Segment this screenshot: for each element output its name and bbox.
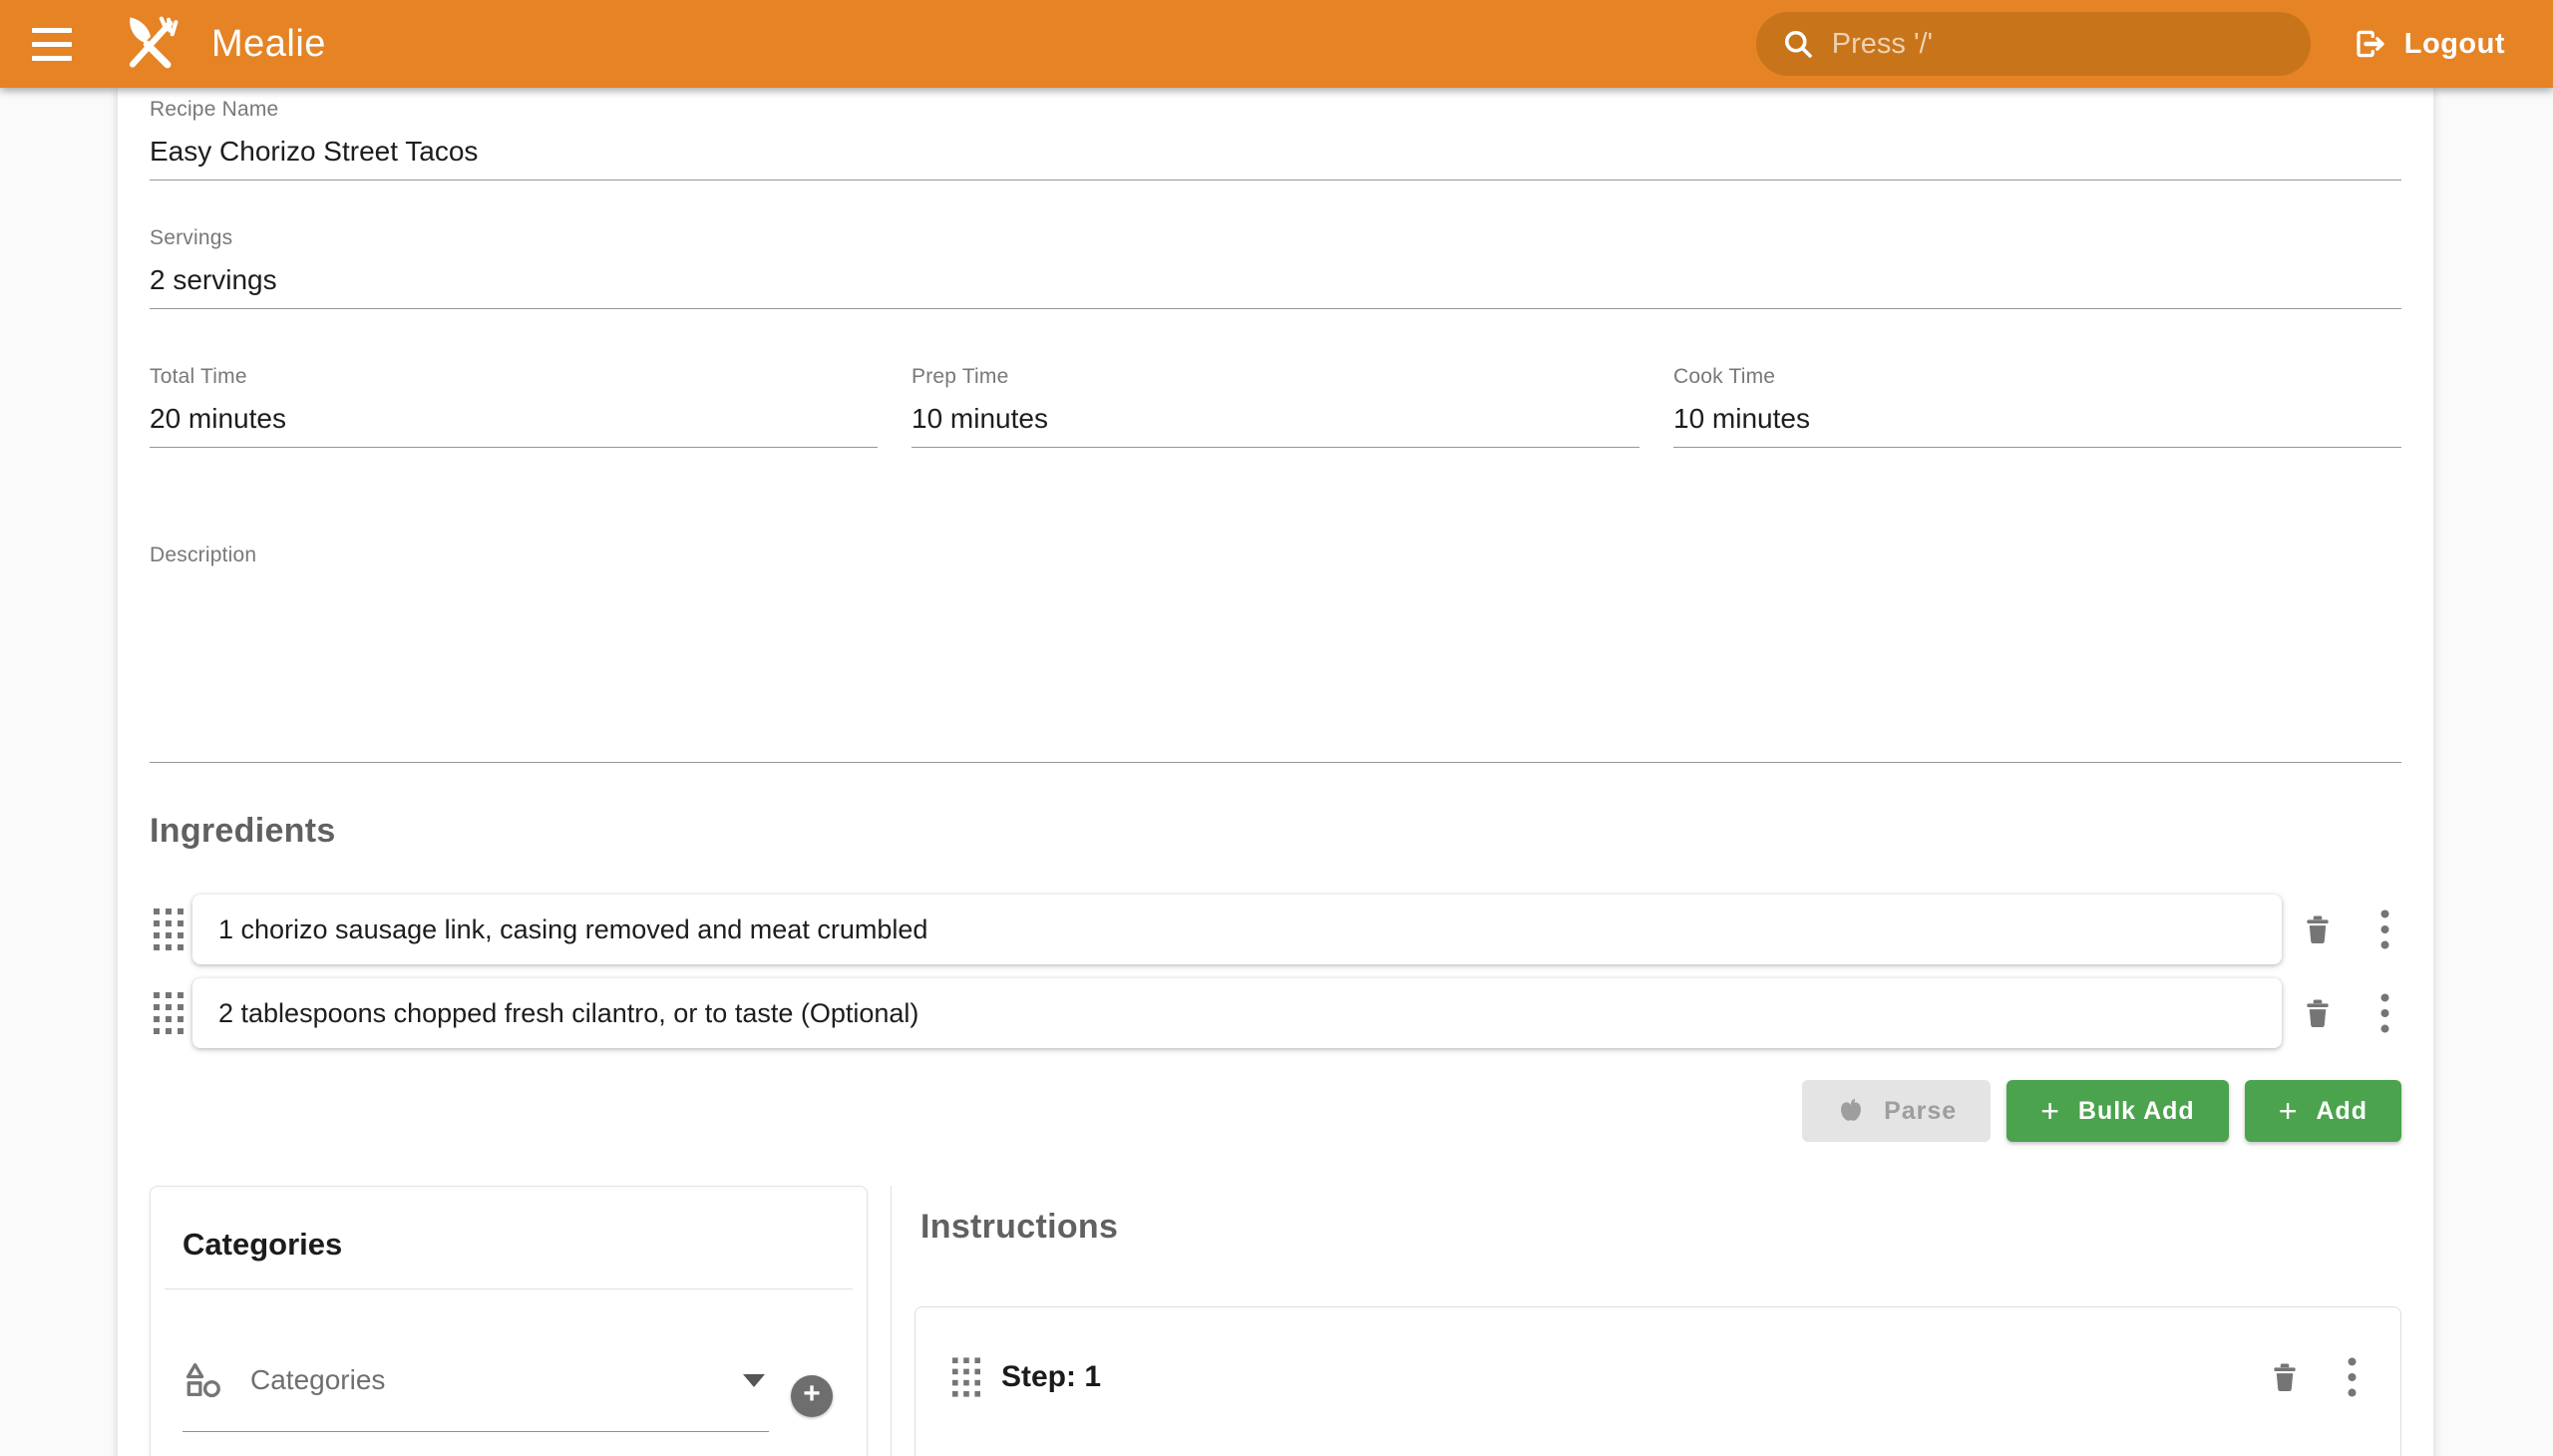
servings-label: Servings <box>150 226 2401 250</box>
left-column: Categories Categories <box>150 1186 868 1456</box>
delete-ingredient-button[interactable] <box>2298 987 2338 1039</box>
drag-handle-icon[interactable] <box>947 1351 985 1403</box>
drag-handle-icon[interactable] <box>150 987 187 1039</box>
cook-time-input[interactable] <box>1673 389 2401 448</box>
ingredient-list <box>150 895 2401 1048</box>
categories-select-placeholder: Categories <box>250 1364 717 1396</box>
categories-select[interactable]: Categories <box>182 1359 769 1432</box>
cook-time-label: Cook Time <box>1673 365 2401 389</box>
ingredient-row <box>150 895 2401 964</box>
app-title: Mealie <box>211 23 326 66</box>
bulk-add-button[interactable]: + Bulk Add <box>2006 1080 2228 1142</box>
bulk-add-label: Bulk Add <box>2078 1097 2195 1126</box>
categories-card-body: Categories + <box>182 1359 835 1432</box>
recipe-name-label: Recipe Name <box>150 98 2401 122</box>
search-input[interactable] <box>1832 28 2287 61</box>
ingredient-menu-kebab-icon[interactable] <box>2368 904 2401 955</box>
ingredient-card <box>192 895 2282 964</box>
total-time-field: Total Time <box>150 365 878 448</box>
ingredient-card <box>192 978 2282 1048</box>
lower-columns: Categories Categories <box>150 1186 2401 1456</box>
total-time-label: Total Time <box>150 365 878 389</box>
prep-time-field: Prep Time <box>912 365 1640 448</box>
plus-icon: + <box>803 1379 821 1409</box>
description-label: Description <box>150 544 2401 567</box>
description-field: Description <box>150 544 2401 768</box>
ingredient-menu-kebab-icon[interactable] <box>2368 987 2401 1039</box>
parse-label: Parse <box>1884 1097 1957 1126</box>
step-menu-kebab-icon[interactable] <box>2335 1351 2369 1403</box>
categories-card: Categories Categories <box>150 1186 868 1456</box>
logout-icon <box>2353 26 2388 62</box>
prep-time-label: Prep Time <box>912 365 1640 389</box>
cook-time-field: Cook Time <box>1673 365 2401 448</box>
divider <box>165 1288 853 1289</box>
parse-button[interactable]: Parse <box>1802 1080 1991 1142</box>
instruction-step-card: Step: 1 Combine crumbled ch <box>914 1306 2401 1456</box>
ingredient-input[interactable] <box>192 998 2282 1029</box>
recipe-editor-card: Recipe Name Servings Total Time Prep Tim… <box>118 88 2433 1456</box>
search-icon <box>1780 26 1816 62</box>
plus-icon: + <box>2279 1095 2299 1127</box>
apple-icon <box>1836 1096 1866 1126</box>
prep-time-input[interactable] <box>912 389 1640 448</box>
add-label: Add <box>2316 1097 2368 1126</box>
delete-ingredient-button[interactable] <box>2298 904 2338 955</box>
instructions-heading: Instructions <box>920 1208 2401 1247</box>
chevron-down-icon <box>743 1374 765 1387</box>
ingredient-input[interactable] <box>192 914 2282 945</box>
instructions-column: Instructions Step: 1 <box>914 1186 2401 1456</box>
total-time-input[interactable] <box>150 389 878 448</box>
logout-label: Logout <box>2404 28 2505 61</box>
times-row: Total Time Prep Time Cook Time <box>150 365 2401 448</box>
app-bar: Mealie Logout <box>0 0 2553 88</box>
delete-step-button[interactable] <box>2265 1351 2305 1403</box>
add-category-button[interactable]: + <box>791 1375 833 1417</box>
recipe-name-field: Recipe Name <box>150 98 2401 181</box>
ingredient-actions: Parse + Bulk Add + Add <box>150 1080 2401 1142</box>
vertical-divider <box>891 1186 892 1456</box>
servings-field: Servings <box>150 226 2401 309</box>
step-header: Step: 1 <box>947 1351 2369 1403</box>
ingredients-heading: Ingredients <box>150 812 2401 851</box>
recipe-name-input[interactable] <box>150 122 2401 181</box>
step-title: Step: 1 <box>1001 1360 2249 1394</box>
search-bar[interactable] <box>1756 12 2311 76</box>
description-input[interactable] <box>150 567 2401 763</box>
mealie-logo-icon <box>122 15 180 73</box>
categories-card-title: Categories <box>151 1187 867 1288</box>
plus-icon: + <box>2040 1095 2060 1127</box>
add-ingredient-button[interactable]: + Add <box>2245 1080 2401 1142</box>
shapes-icon <box>182 1359 224 1401</box>
ingredient-row <box>150 978 2401 1048</box>
drag-handle-icon[interactable] <box>150 904 187 955</box>
hamburger-menu-icon[interactable] <box>32 18 84 70</box>
logout-button[interactable]: Logout <box>2353 26 2505 62</box>
servings-input[interactable] <box>150 250 2401 309</box>
